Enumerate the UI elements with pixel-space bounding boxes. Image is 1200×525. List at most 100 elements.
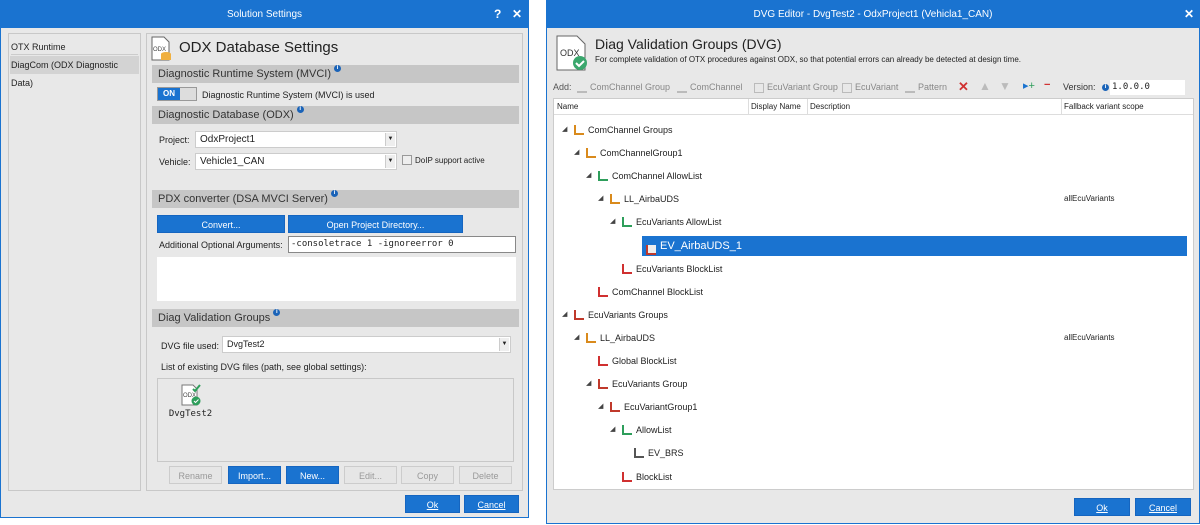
ok-button[interactable]: Ok bbox=[1074, 498, 1130, 516]
mvci-toggle[interactable]: ON bbox=[157, 87, 197, 101]
convert-button[interactable]: Convert... bbox=[157, 215, 285, 233]
add-comchannel-group-button[interactable]: ComChannel Group bbox=[577, 82, 670, 93]
dvg-file-select[interactable]: DvgTest2 ▼ bbox=[222, 336, 511, 353]
dvg-file-item[interactable]: ODX DvgTest2 bbox=[168, 383, 213, 423]
add-comchannel-button[interactable]: ComChannel bbox=[677, 82, 743, 93]
chevron-down-icon[interactable]: ▼ bbox=[385, 133, 395, 146]
chevron-down-icon[interactable]: ▼ bbox=[499, 338, 509, 351]
tree-item-label: LL_AirbaUDS bbox=[600, 332, 656, 343]
add-ecuvariant-button[interactable]: EcuVariant bbox=[842, 82, 898, 93]
column-display-name[interactable]: Display Name bbox=[748, 99, 801, 115]
tree-row[interactable]: EV_AirbaUDS_1 bbox=[642, 235, 1187, 256]
tree-row[interactable]: ◢ ComChannel AllowList bbox=[554, 166, 1193, 186]
nav-item-diagcom[interactable]: DiagCom (ODX Diagnostic Data) bbox=[10, 56, 139, 88]
import-button[interactable]: Import... bbox=[228, 466, 281, 484]
tree-item-label: EcuVariants Group bbox=[612, 379, 688, 390]
nav-item-otx-runtime[interactable]: OTX Runtime bbox=[11, 39, 138, 55]
ecuvariant-allowlist-icon bbox=[622, 217, 632, 228]
tree-item-label: ComChannel BlockList bbox=[612, 286, 704, 297]
tree-item-label: EcuVariants BlockList bbox=[636, 263, 723, 274]
copy-button[interactable]: Copy bbox=[401, 466, 454, 484]
column-fallback-scope[interactable]: Fallback variant scope bbox=[1061, 99, 1144, 115]
close-button[interactable]: ✕ bbox=[1184, 1, 1194, 28]
tree-row[interactable]: Global BlockList bbox=[554, 351, 1193, 371]
close-button[interactable]: ✕ bbox=[512, 1, 522, 28]
section-odx: Diagnostic Database (ODX) i bbox=[152, 106, 519, 124]
tree-row[interactable]: ◢ ComChannel Groups bbox=[554, 120, 1193, 140]
comchannel-group-icon bbox=[574, 125, 584, 135]
tree-row[interactable]: EV_BRS bbox=[554, 443, 1193, 463]
info-icon[interactable]: i bbox=[296, 106, 304, 113]
expand-toggle-icon[interactable]: ◢ bbox=[598, 397, 603, 417]
expand-toggle-icon[interactable]: ◢ bbox=[574, 143, 579, 163]
tree-row[interactable]: ◢ EcuVariantGroup1 bbox=[554, 397, 1193, 417]
ecuvariant-icon bbox=[646, 244, 656, 255]
tree-row[interactable]: ◢ LL_AirbaUDS allEcuVariants bbox=[554, 328, 1193, 348]
pattern-icon bbox=[905, 83, 915, 93]
button-label: Pattern bbox=[918, 82, 948, 92]
doip-checkbox[interactable] bbox=[402, 155, 412, 165]
expand-toggle-icon[interactable]: ◢ bbox=[574, 328, 579, 348]
expand-toggle-icon[interactable]: ◢ bbox=[562, 120, 567, 140]
new-button[interactable]: New... bbox=[286, 466, 339, 484]
tree-item-label: Global BlockList bbox=[612, 356, 677, 366]
move-down-icon[interactable]: ▼ bbox=[999, 79, 1011, 93]
fallback-scope-value: allEcuVariants bbox=[1064, 332, 1115, 342]
edit-button[interactable]: Edit... bbox=[344, 466, 397, 484]
blocklist-icon bbox=[598, 356, 608, 366]
add-pattern-button[interactable]: Pattern bbox=[905, 82, 947, 93]
cancel-button[interactable]: Cancel bbox=[1135, 498, 1191, 516]
delete-button[interactable]: Delete bbox=[459, 466, 512, 484]
expand-toggle-icon[interactable]: ◢ bbox=[586, 374, 591, 394]
args-input[interactable]: -consoletrace 1 -ignoreerror 0 bbox=[288, 236, 516, 253]
column-name[interactable]: Name bbox=[557, 99, 578, 115]
tree-row[interactable]: ComChannel BlockList bbox=[554, 282, 1193, 302]
tree-row[interactable]: EcuVariants BlockList bbox=[554, 259, 1193, 279]
chevron-down-icon[interactable]: ▼ bbox=[385, 155, 395, 168]
project-label: Project: bbox=[159, 135, 190, 145]
version-label: Version: bbox=[1063, 82, 1096, 92]
dvg-file-name: DvgTest2 bbox=[168, 409, 213, 419]
expand-toggle-icon[interactable]: ◢ bbox=[562, 305, 567, 325]
info-icon[interactable]: i bbox=[1102, 84, 1109, 91]
ecuvariant-icon bbox=[842, 82, 852, 93]
expand-toggle-icon[interactable]: ◢ bbox=[598, 189, 603, 209]
tree-row[interactable]: ◢ EcuVariants Groups bbox=[554, 305, 1193, 325]
info-icon[interactable]: i bbox=[334, 65, 341, 72]
cancel-button[interactable]: Cancel bbox=[464, 495, 519, 513]
expand-toggle-icon[interactable]: ◢ bbox=[610, 420, 615, 440]
ok-button[interactable]: Ok bbox=[405, 495, 460, 513]
project-select[interactable]: OdxProject1 ▼ bbox=[195, 131, 397, 148]
expand-add-icon[interactable]: ▸+ bbox=[1023, 79, 1035, 92]
ecuvariant-group-icon bbox=[610, 402, 620, 413]
dvg-tree: Name Display Name Description Fallback v… bbox=[553, 98, 1194, 490]
info-icon[interactable]: i bbox=[330, 190, 338, 197]
ecuvariant-group-icon bbox=[574, 309, 584, 320]
section-title: PDX converter (DSA MVCI Server) bbox=[158, 193, 328, 205]
info-icon[interactable]: i bbox=[273, 309, 281, 316]
tree-row[interactable]: ◢ ComChannelGroup1 bbox=[554, 143, 1193, 163]
collapse-remove-icon[interactable]: − bbox=[1044, 79, 1050, 91]
column-description[interactable]: Description bbox=[807, 99, 850, 115]
tree-row[interactable]: ◢ EcuVariants AllowList bbox=[554, 212, 1193, 232]
tree-item-label: ComChannel Groups bbox=[588, 125, 673, 135]
delete-icon[interactable]: ✕ bbox=[958, 79, 969, 95]
version-input[interactable]: 1.0.0.0 bbox=[1110, 80, 1185, 95]
add-ecuvariant-group-button[interactable]: EcuVariant Group bbox=[754, 82, 838, 93]
help-button[interactable]: ? bbox=[494, 1, 501, 28]
expand-toggle-icon[interactable]: ◢ bbox=[586, 166, 591, 186]
ecuvariant-group-icon bbox=[598, 379, 608, 390]
expand-toggle-icon[interactable]: ◢ bbox=[610, 212, 615, 232]
allowlist-icon bbox=[622, 425, 632, 436]
dvg-icon: ODX bbox=[556, 35, 587, 71]
tree-item-label: ComChannel AllowList bbox=[612, 171, 703, 182]
open-project-directory-button[interactable]: Open Project Directory... bbox=[288, 215, 463, 233]
section-dvg: Diag Validation Groups i bbox=[152, 309, 519, 327]
move-up-icon[interactable]: ▲ bbox=[979, 79, 991, 93]
tree-row[interactable]: ◢ AllowList bbox=[554, 420, 1193, 440]
tree-row[interactable]: ◢ EcuVariants Group bbox=[554, 374, 1193, 394]
tree-row[interactable]: ◢ LL_AirbaUDS allEcuVariants bbox=[554, 189, 1193, 209]
tree-row[interactable]: BlockList bbox=[554, 467, 1193, 487]
vehicle-select[interactable]: Vehicle1_CAN ▼ bbox=[195, 153, 397, 170]
rename-button[interactable]: Rename bbox=[169, 466, 222, 484]
